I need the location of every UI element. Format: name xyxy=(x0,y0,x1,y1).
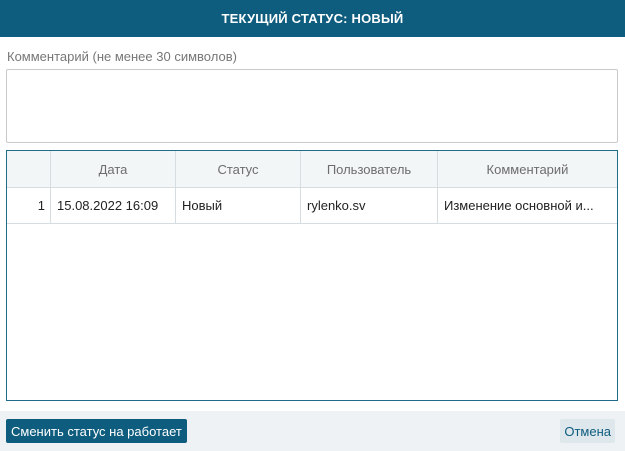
row-date: 15.08.2022 16:09 xyxy=(51,188,176,223)
row-user: rylenko.sv xyxy=(301,188,438,223)
row-comment-text: Изменение основной и... xyxy=(444,198,594,213)
column-header-number xyxy=(7,151,51,187)
comment-label: Комментарий (не менее 30 символов) xyxy=(7,49,237,64)
column-header-comment[interactable]: Комментарий xyxy=(438,151,617,187)
change-status-button[interactable]: Сменить статус на работает xyxy=(6,419,187,443)
row-comment: Изменение основной и... xyxy=(438,188,617,223)
table-header: Дата Статус Пользователь Комментарий xyxy=(7,151,617,188)
cancel-button[interactable]: Отмена xyxy=(560,419,615,443)
column-header-status[interactable]: Статус xyxy=(176,151,301,187)
column-header-user[interactable]: Пользователь xyxy=(301,151,438,187)
table-row[interactable]: 1 15.08.2022 16:09 Новый rylenko.sv Изме… xyxy=(7,188,617,224)
row-number: 1 xyxy=(7,188,51,223)
dialog-footer: Сменить статус на работает Отмена xyxy=(0,411,625,451)
column-header-date[interactable]: Дата xyxy=(51,151,176,187)
status-history-table: Дата Статус Пользователь Комментарий 1 1… xyxy=(6,150,618,401)
row-status: Новый xyxy=(176,188,301,223)
comment-input[interactable] xyxy=(6,69,618,143)
dialog-title: ТЕКУЩИЙ СТАТУС: НОВЫЙ xyxy=(0,0,625,37)
